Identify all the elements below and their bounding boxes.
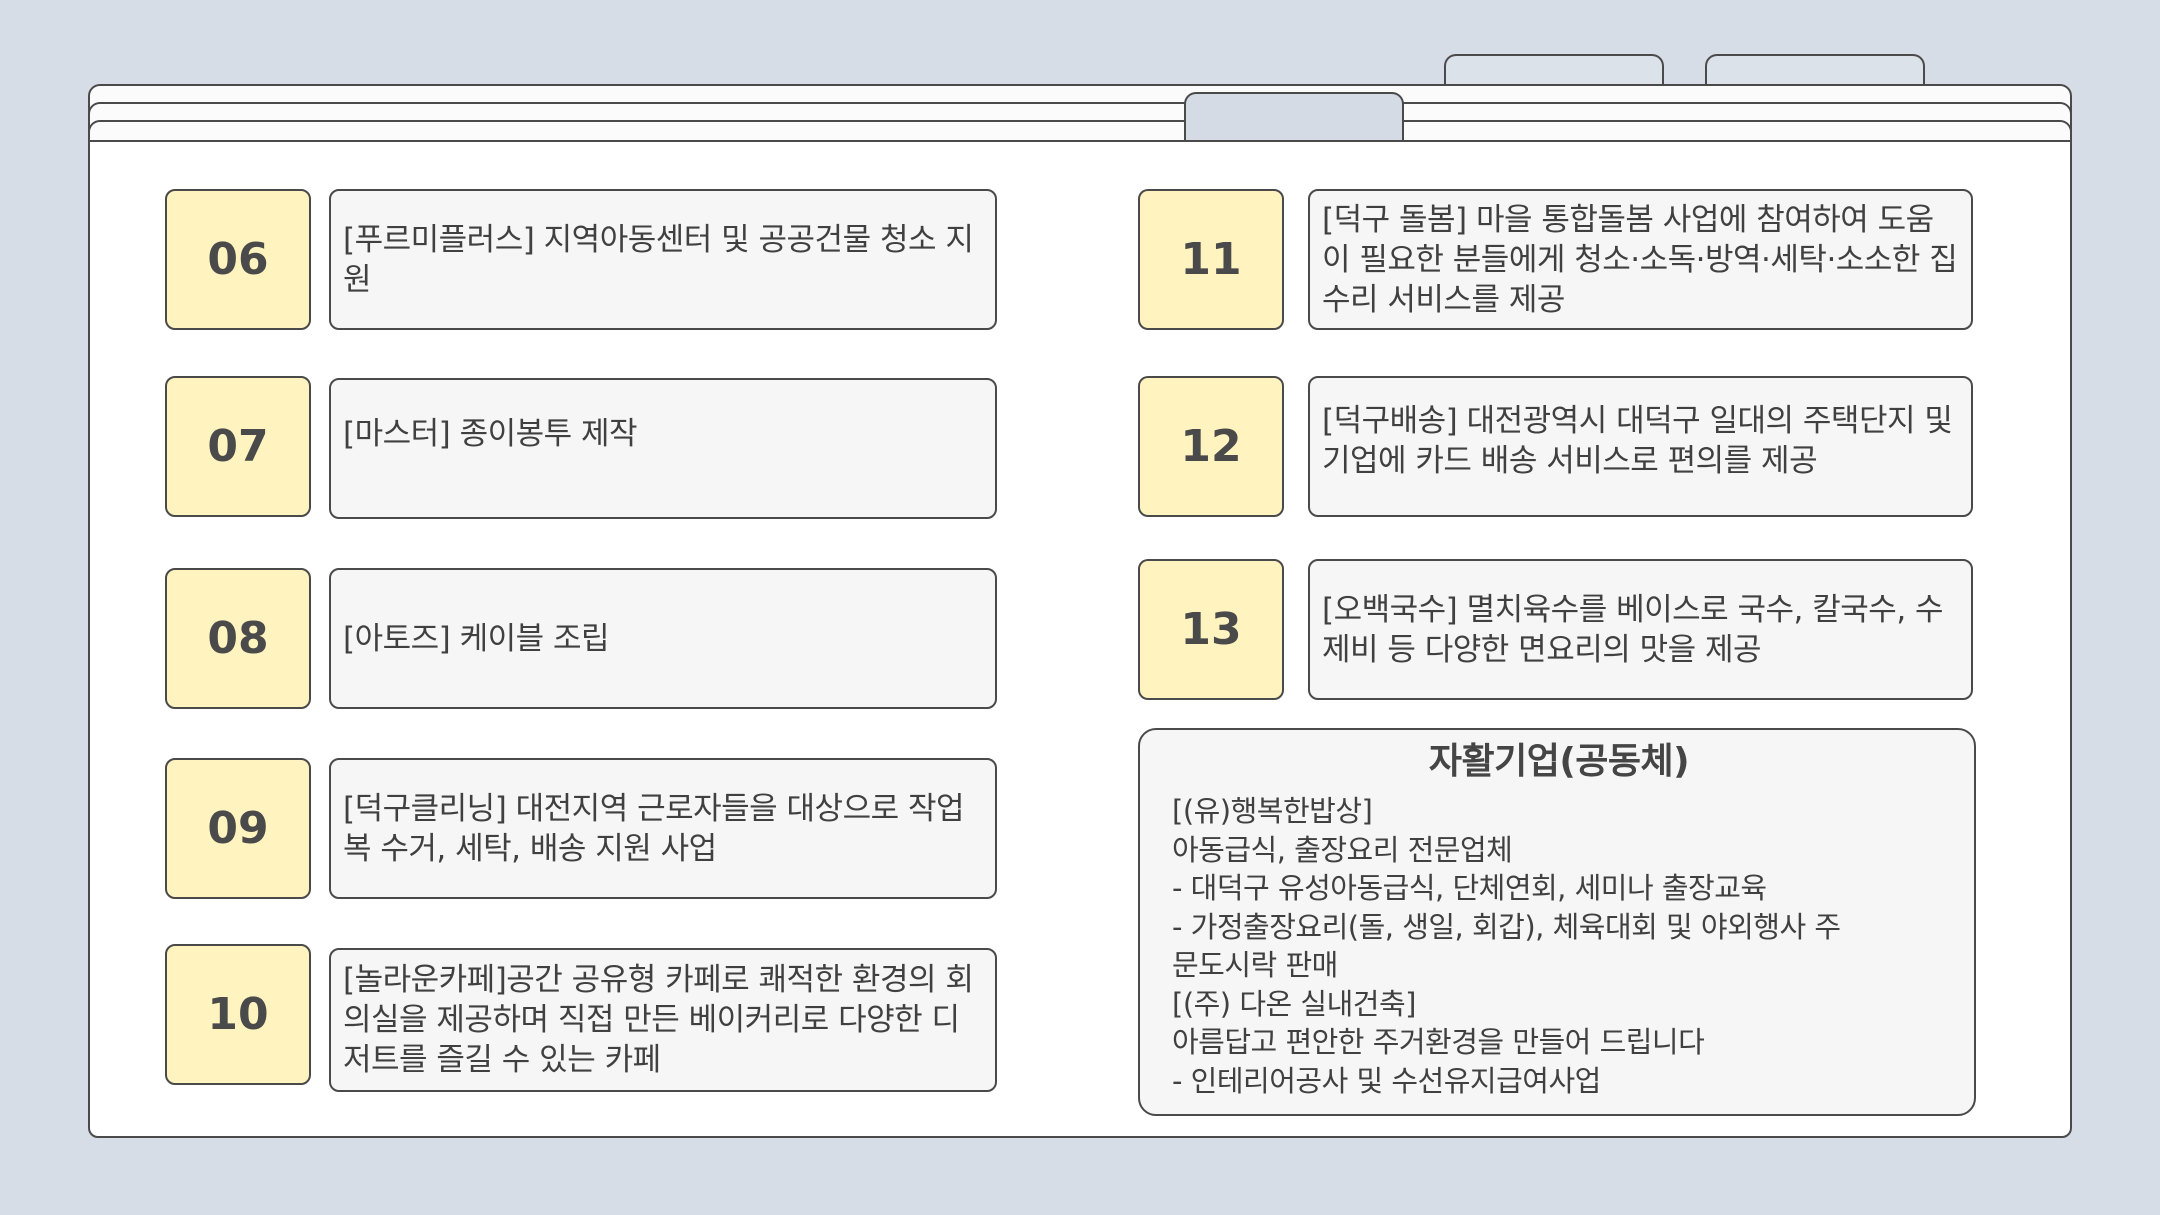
item-number: 13: [1138, 559, 1284, 700]
item-number: 07: [165, 376, 311, 517]
info-box-line: 아름답고 편안한 주거환경을 만들어 드립니다: [1172, 1025, 1705, 1059]
item-description-text: [덕구클리닝] 대전지역 근로자들을 대상으로 작업복 수거, 세탁, 배송 지…: [343, 790, 965, 867]
item-number: 06: [165, 189, 311, 330]
folder-tab-front: [1184, 92, 1404, 142]
item-number: 08: [165, 568, 311, 709]
item-number: 12: [1138, 376, 1284, 517]
info-box-line: - 인테리어공사 및 수선유지급여사업: [1172, 1063, 1601, 1098]
item-description: [아토즈] 케이블 조립: [329, 568, 997, 709]
item-description: [덕구 돌봄] 마을 통합돌봄 사업에 참여하여 도움이 필요한 분들에게 청소…: [1308, 189, 1973, 330]
item-description-text: [마스터] 종이봉투 제작: [343, 415, 638, 452]
item-number: 09: [165, 758, 311, 899]
item-description-text: [덕구 돌봄] 마을 통합돌봄 사업에 참여하여 도움이 필요한 분들에게 청소…: [1322, 201, 1958, 318]
self-support-enterprise-box: 자활기업(공동체) [(유)행복한밥상] 아동급식, 출장요리 전문업체 - 대…: [1138, 728, 1976, 1116]
item-description: [오백국수] 멸치육수를 베이스로 국수, 칼국수, 수제비 등 다양한 면요리…: [1308, 559, 1973, 700]
item-description: [덕구배송] 대전광역시 대덕구 일대의 주택단지 및 기업에 카드 배송 서비…: [1308, 376, 1973, 517]
item-description-text: [놀라운카페]공간 공유형 카페로 쾌적한 환경의 회의실을 제공하며 직접 만…: [343, 962, 974, 1078]
item-description: [마스터] 종이봉투 제작: [329, 378, 997, 519]
info-box-line: [(주) 다온 실내건축]: [1172, 986, 1416, 1021]
info-box-line: 아동급식, 출장요리 전문업체: [1172, 832, 1513, 867]
info-box-line: - 대덕구 유성아동급식, 단체연회, 세미나 출장교육: [1172, 871, 1767, 905]
info-box-line: 문도시락 판매: [1172, 948, 1338, 982]
item-description: [놀라운카페]공간 공유형 카페로 쾌적한 환경의 회의실을 제공하며 직접 만…: [329, 948, 997, 1092]
info-box-title: 자활기업(공동체): [1428, 741, 1690, 782]
item-number: 11: [1138, 189, 1284, 330]
item-description-text: [오백국수] 멸치육수를 베이스로 국수, 칼국수, 수제비 등 다양한 면요리…: [1322, 591, 1944, 668]
info-box-line: [(유)행복한밥상]: [1172, 794, 1373, 828]
item-description: [푸르미플러스] 지역아동센터 및 공공건물 청소 지원: [329, 189, 997, 330]
item-description-text: [아토즈] 케이블 조립: [343, 620, 610, 657]
item-description: [덕구클리닝] 대전지역 근로자들을 대상으로 작업복 수거, 세탁, 배송 지…: [329, 758, 997, 899]
info-box-line: - 가정출장요리(돌, 생일, 회갑), 체육대회 및 야외행사 주: [1172, 909, 1841, 944]
item-description-text: [덕구배송] 대전광역시 대덕구 일대의 주택단지 및 기업에 카드 배송 서비…: [1322, 402, 1953, 479]
item-number: 10: [165, 944, 311, 1085]
item-description-text: [푸르미플러스] 지역아동센터 및 공공건물 청소 지원: [343, 221, 974, 298]
